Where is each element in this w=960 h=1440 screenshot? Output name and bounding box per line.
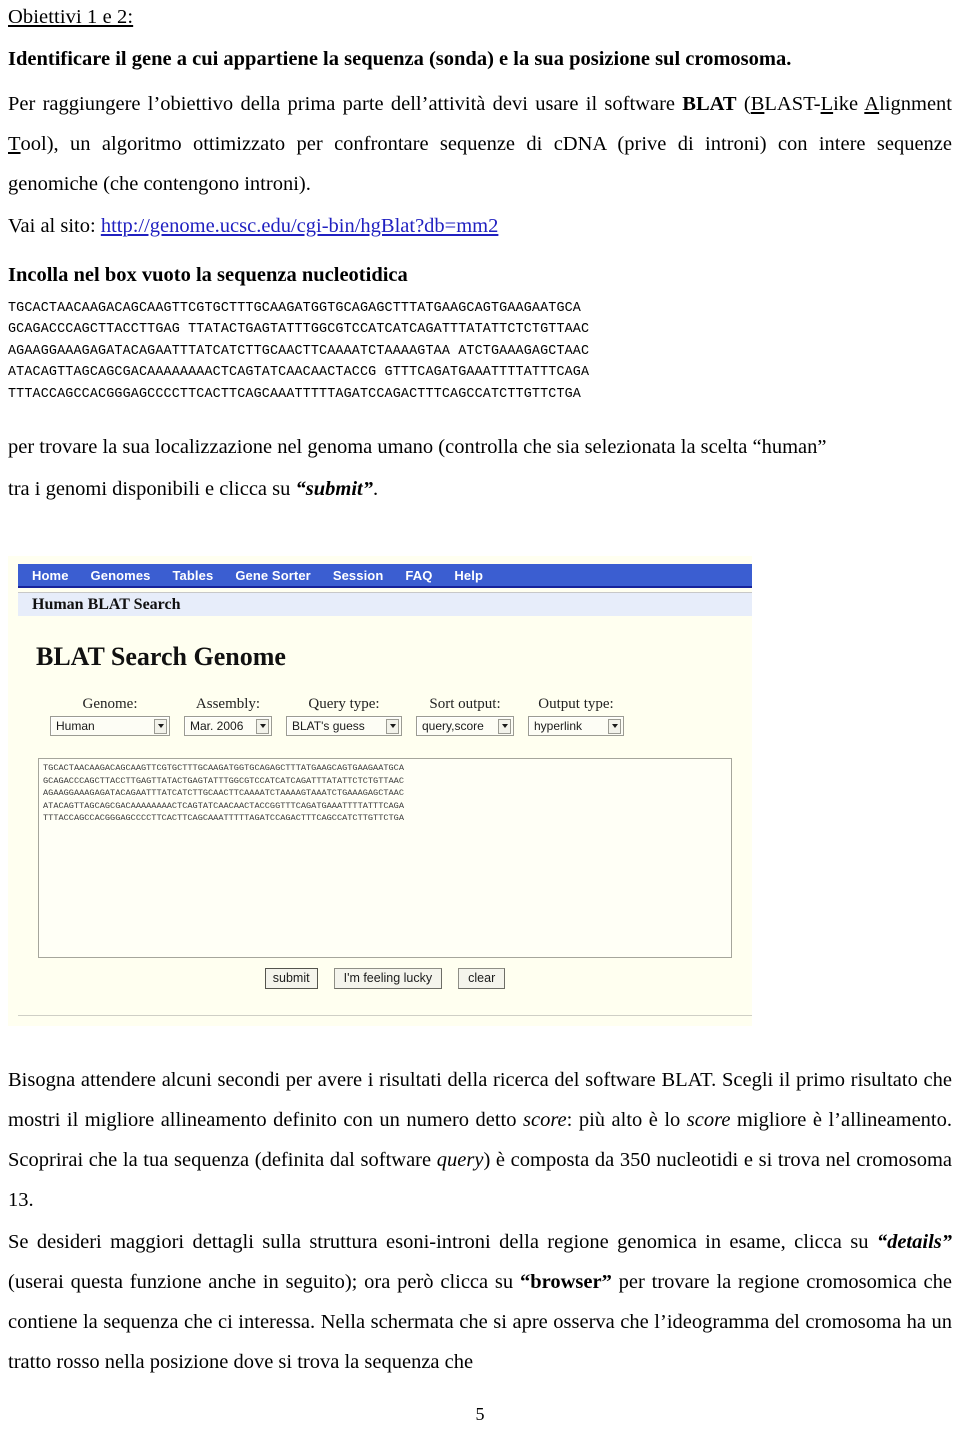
para4-part2: (userai questa funzione anche in seguito… — [8, 1271, 520, 1293]
para1-part2: ( — [736, 93, 751, 115]
sequence-line: AGAAGGAAAGAGATACAGAATTTATCATCTTGCAACTTCA… — [8, 343, 590, 359]
textarea-line: AGAAGGAAAGAGATACAGAATTTATCATCTTGCAACTTCA… — [43, 788, 404, 799]
sequence-textarea[interactable]: TGCACTAACAAGACAGCAAGTTCGTGCTTTGCAAGATGGT… — [38, 758, 732, 958]
nav-item-faq[interactable]: FAQ — [405, 568, 432, 583]
paragraph-results-instructions: Bisogna attendere alcuni secondi per ave… — [8, 1060, 952, 1220]
score-emphasis-2: score — [686, 1109, 731, 1131]
blat-form-row: Genome: Human Assembly: Mar. 2006 Query … — [50, 696, 752, 736]
page-number: 5 — [475, 1404, 485, 1424]
paragraph-human-genome-line2: tra i genomi disponibili e clicca su “su… — [8, 469, 952, 509]
field-assembly-label: Assembly: — [195, 696, 261, 712]
sequence-line: TTTACCAGCCACGGGAGCCCCTTCACTTCAGCAAATTTTT… — [8, 386, 581, 402]
feeling-lucky-button[interactable]: I'm feeling lucky — [333, 968, 443, 989]
textarea-line: TGCACTAACAAGACAGCAAGTTCGTGCTTTGCAAGATGGT… — [43, 763, 404, 773]
document-page: Obiettivi 1 e 2: Identificare il gene a … — [0, 0, 960, 1440]
paragraph-details-browser: Se desideri maggiori dettagli sulla stru… — [8, 1222, 952, 1382]
sort-output-select[interactable]: query,score — [416, 716, 514, 736]
paragraph-human-genome-line1: per trovare la sua localizzazione nel ge… — [8, 436, 827, 459]
blat-bottom-rule — [18, 1015, 752, 1016]
nav-item-genomes[interactable]: Genomes — [91, 568, 151, 583]
objective-period: . — [786, 48, 792, 70]
field-output-type-label: Output type: — [538, 696, 614, 712]
query-emphasis: query — [436, 1149, 484, 1171]
nav-item-help[interactable]: Help — [454, 568, 483, 583]
textarea-line: GCAGACCCAGCTTACCTTGAGTTATACTGAGTATTTGGCG… — [43, 775, 404, 786]
acronym-t: T — [8, 133, 21, 155]
acronym-b: B — [750, 93, 765, 115]
output-type-select[interactable]: hyperlink — [528, 716, 624, 736]
document-lower-content: Bisogna attendere alcuni secondi per ave… — [8, 1060, 952, 1384]
blat-bold-label: BLAT — [682, 93, 737, 115]
nav-item-tables[interactable]: Tables — [172, 568, 213, 583]
textarea-line: ATACAGTTAGCAGCGACAAAAAAAACTCAGTATCAACAAC… — [43, 800, 404, 811]
paste-sequence-heading: Incolla nel box vuoto la sequenza nucleo… — [8, 264, 408, 286]
nav-item-session[interactable]: Session — [333, 568, 384, 583]
field-sort-output-label: Sort output: — [429, 696, 501, 712]
chevron-down-icon[interactable] — [608, 718, 621, 734]
chevron-down-icon[interactable] — [256, 718, 269, 734]
document-upper-content: Obiettivi 1 e 2: Identificare il gene a … — [8, 4, 952, 511]
query-type-select-value: BLAT's guess — [292, 719, 365, 733]
blat-subbar: Human BLAT Search — [18, 592, 752, 616]
page-title: Obiettivi 1 e 2: — [8, 6, 134, 28]
field-assembly: Assembly: Mar. 2006 — [184, 696, 272, 736]
genome-select-value: Human — [56, 719, 95, 733]
textarea-line: TTTACCAGCCACGGGAGCCCCTTCACTTCAGCAAATTTTT… — [43, 813, 404, 824]
site-label: Vai al sito: — [8, 215, 101, 237]
submit-button[interactable]: submit — [264, 968, 318, 989]
sequence-line: GCAGACCCAGCTTACCTTGAG TTATACTGAGTATTTGGC… — [8, 322, 590, 338]
field-output-type: Output type: hyperlink — [528, 696, 624, 736]
field-genome-label: Genome: — [82, 696, 138, 712]
blat-page-heading: BLAT Search Genome — [36, 642, 286, 671]
sequence-line: ATACAGTTAGCAGCGACAAAAAAAACTCAGTATCAACAAC… — [8, 365, 590, 381]
objective-text: Identificare il gene a cui appartiene la… — [8, 48, 787, 70]
field-genome: Genome: Human — [50, 696, 170, 736]
browser-emphasis: “browser” — [519, 1271, 612, 1293]
query-type-select[interactable]: BLAT's guess — [286, 716, 402, 736]
nav-item-home[interactable]: Home — [32, 568, 69, 583]
acronym-l: L — [820, 93, 834, 115]
field-query-type-label: Query type: — [308, 696, 380, 712]
blat-subtitle: Human BLAT Search — [32, 595, 181, 613]
ucsc-blat-link[interactable]: http://genome.ucsc.edu/cgi-bin/hgBlat?db… — [101, 215, 499, 237]
para2-post: . — [372, 478, 379, 501]
clear-button[interactable]: clear — [458, 968, 506, 989]
assembly-select-value: Mar. 2006 — [190, 719, 244, 733]
field-sort-output: Sort output: query,score — [416, 696, 514, 736]
para1-part1: Per raggiungere l’obiettivo della prima … — [8, 93, 683, 115]
para1-part3: LAST- — [764, 93, 821, 115]
blat-button-row: submit I'm feeling lucky clear — [18, 968, 752, 989]
chevron-down-icon[interactable] — [154, 718, 167, 734]
details-emphasis: “details” — [876, 1231, 952, 1253]
field-query-type: Query type: BLAT's guess — [286, 696, 402, 736]
paragraph-blat-intro: Per raggiungere l’obiettivo della prima … — [8, 84, 952, 204]
score-emphasis-1: score — [523, 1109, 567, 1131]
para1-part6: ool), un algoritmo ottimizzato per confr… — [8, 133, 952, 195]
assembly-select[interactable]: Mar. 2006 — [184, 716, 272, 736]
chevron-down-icon[interactable] — [386, 718, 399, 734]
objective-statement: Identificare il gene a cui appartiene la… — [8, 44, 952, 74]
blat-navbar: Home Genomes Tables Gene Sorter Session … — [18, 564, 752, 588]
submit-emphasis: “submit” — [295, 478, 373, 501]
nucleotide-sequence-block: TGCACTAACAAGACAGCAAGTTCGTGCTTTGCAAGATGGT… — [8, 298, 952, 405]
para1-part4: ike — [833, 93, 865, 115]
acronym-a: A — [864, 93, 880, 115]
para1-part5: lignment — [879, 93, 952, 115]
paragraph-site-link: Vai al sito: http://genome.ucsc.edu/cgi-… — [8, 206, 952, 246]
output-type-select-value: hyperlink — [534, 719, 583, 733]
para2-pre: tra i genomi disponibili e clicca su — [8, 478, 296, 501]
para3-part2: : più alto è lo — [566, 1109, 687, 1131]
blat-form-body: BLAT Search Genome Genome: Human Assembl… — [18, 616, 752, 1014]
chevron-down-icon[interactable] — [498, 718, 511, 734]
genome-select[interactable]: Human — [50, 716, 170, 736]
blat-screenshot-inner: Home Genomes Tables Gene Sorter Session … — [8, 556, 752, 1026]
sort-output-select-value: query,score — [422, 719, 484, 733]
sequence-line: TGCACTAACAAGACAGCAAGTTCGTGCTTTGCAAGATGGT… — [8, 301, 581, 316]
blat-screenshot-figure: Home Genomes Tables Gene Sorter Session … — [8, 556, 752, 1026]
nav-item-gene-sorter[interactable]: Gene Sorter — [235, 568, 311, 583]
para4-part1: Se desideri maggiori dettagli sulla stru… — [8, 1231, 877, 1253]
